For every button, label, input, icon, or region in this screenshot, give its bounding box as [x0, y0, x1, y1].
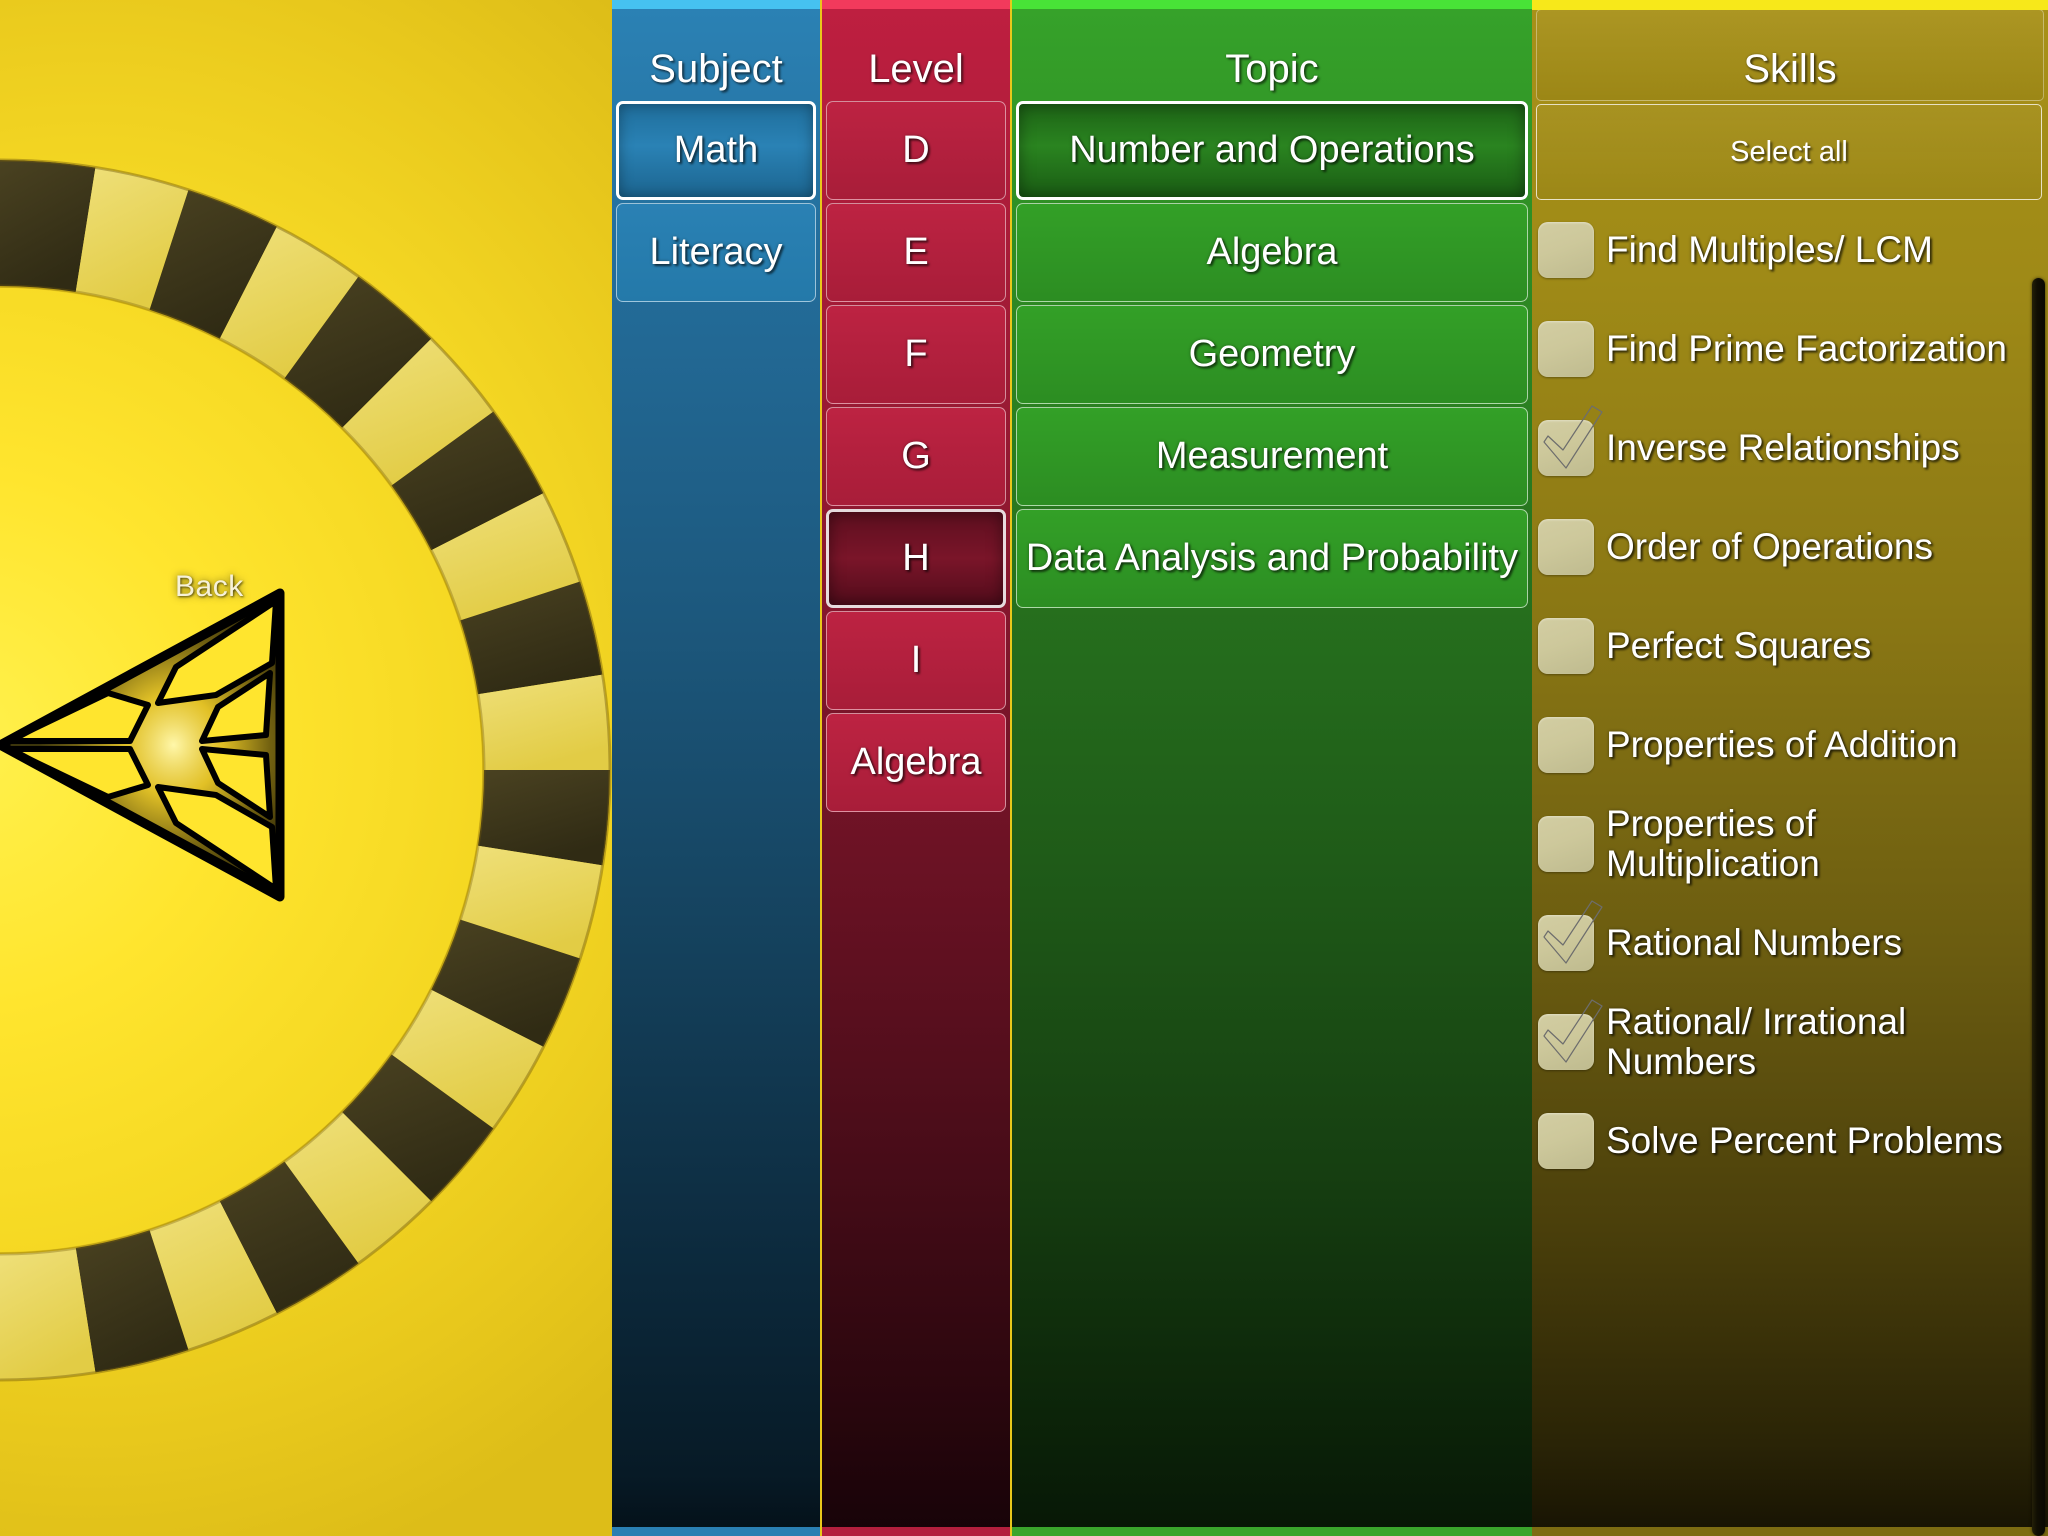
level-item-list: D E F G H I Algebra: [822, 101, 1010, 1536]
topic-item-algebra[interactable]: Algebra: [1016, 203, 1528, 302]
topic-bottom-accent: [1012, 1527, 1532, 1536]
select-all-button[interactable]: Select all: [1536, 104, 2042, 200]
subject-item-literacy[interactable]: Literacy: [616, 203, 816, 302]
checkbox-checked-icon[interactable]: [1538, 998, 1603, 1070]
subject-column-header: Subject: [612, 0, 820, 101]
skill-row-properties-of-multiplication[interactable]: Properties of Multiplication: [1538, 794, 2022, 893]
topic-column: Topic Number and Operations Algebra Geomet…: [1012, 0, 1532, 1536]
skill-label: Properties of Addition: [1606, 723, 1958, 765]
skill-row-find-multiples-lcm[interactable]: Find Multiples/ LCM: [1538, 200, 2022, 299]
skill-label: Solve Percent Problems: [1606, 1119, 2003, 1161]
skill-label: Find Prime Factorization: [1606, 327, 2007, 369]
checkbox-unchecked-icon[interactable]: [1538, 221, 1594, 278]
checkbox-unchecked-icon[interactable]: [1538, 1112, 1594, 1169]
skills-header-label: Skills: [1743, 47, 1837, 91]
back-button-label: Back: [175, 570, 244, 603]
level-item-d[interactable]: D: [826, 101, 1006, 200]
level-item-e[interactable]: E: [826, 203, 1006, 302]
level-item-label: G: [901, 434, 931, 477]
topic-item-label: Number and Operations: [1069, 128, 1475, 171]
checkbox-unchecked-icon[interactable]: [1538, 617, 1594, 674]
skill-label: Perfect Squares: [1606, 624, 1872, 666]
subject-item-label: Math: [673, 128, 759, 171]
level-top-accent: [822, 0, 1010, 9]
checkbox-unchecked-icon[interactable]: [1538, 518, 1594, 575]
skills-checkbox-list: Find Multiples/ LCM Find Prime Factorizat…: [1532, 200, 2048, 1536]
topic-column-header: Topic: [1012, 0, 1532, 101]
topic-top-accent: [1012, 0, 1532, 9]
skill-label: Order of Operations: [1606, 525, 1933, 567]
skills-column-header: Skills: [1532, 0, 2048, 101]
checkbox-unchecked-icon[interactable]: [1538, 815, 1594, 872]
skills-scrollbar-track[interactable]: [2032, 0, 2048, 1536]
subject-bottom-accent: [612, 1527, 820, 1536]
level-bottom-accent: [822, 1527, 1010, 1536]
subject-item-math[interactable]: Math: [616, 101, 816, 200]
topic-item-list: Number and Operations Algebra Geometry Meas…: [1012, 101, 1532, 1536]
topic-item-label: Data Analysis and Probability: [1025, 536, 1519, 579]
skill-row-perfect-squares[interactable]: Perfect Squares: [1538, 596, 2022, 695]
level-column-header: Level: [822, 0, 1010, 101]
level-header-label: Level: [868, 47, 964, 91]
level-item-algebra[interactable]: Algebra: [826, 713, 1006, 812]
topic-item-label: Geometry: [1188, 332, 1356, 375]
checkbox-unchecked-icon[interactable]: [1538, 320, 1594, 377]
subject-item-list: Math Literacy: [612, 101, 820, 1536]
subject-item-label: Literacy: [649, 230, 783, 273]
subject-header-label: Subject: [649, 47, 783, 91]
checkbox-checked-icon[interactable]: [1538, 899, 1603, 971]
skill-row-rational-irrational-numbers[interactable]: Rational/ Irrational Numbers: [1538, 992, 2022, 1091]
topic-item-label: Algebra: [1206, 230, 1338, 273]
back-button[interactable]: [0, 545, 360, 945]
topic-header-label: Topic: [1225, 47, 1319, 91]
level-item-label: F: [904, 332, 928, 375]
subject-top-accent: [612, 0, 820, 9]
skills-top-accent: [1532, 0, 2048, 10]
level-item-g[interactable]: G: [826, 407, 1006, 506]
skill-label: Inverse Relationships: [1606, 426, 1960, 468]
skill-row-properties-of-addition[interactable]: Properties of Addition: [1538, 695, 2022, 794]
decorative-left-panel: Back: [0, 0, 612, 1536]
skill-label: Properties of Multiplication: [1606, 802, 1820, 884]
skill-row-rational-numbers[interactable]: Rational Numbers: [1538, 893, 2022, 992]
skill-label: Rational/ Irrational Numbers: [1606, 1000, 1907, 1082]
level-item-f[interactable]: F: [826, 305, 1006, 404]
topic-item-measurement[interactable]: Measurement: [1016, 407, 1528, 506]
level-item-label: D: [902, 128, 930, 171]
topic-item-geometry[interactable]: Geometry: [1016, 305, 1528, 404]
skill-row-find-prime-factorization[interactable]: Find Prime Factorization: [1538, 299, 2022, 398]
level-item-h[interactable]: H: [826, 509, 1006, 608]
topic-item-data-analysis-and-probability[interactable]: Data Analysis and Probability: [1016, 509, 1528, 608]
skills-column: Skills Select all Find Multiples/ LCM Fin…: [1532, 0, 2048, 1536]
level-item-label: H: [902, 536, 930, 579]
level-item-label: Algebra: [850, 740, 982, 783]
skill-row-order-of-operations[interactable]: Order of Operations: [1538, 497, 2022, 596]
skills-bottom-accent: [1532, 1527, 2048, 1536]
subject-column: Subject Math Literacy: [612, 0, 820, 1536]
skill-label: Rational Numbers: [1606, 921, 1903, 963]
select-all-label: Select all: [1730, 135, 1848, 168]
skill-row-solve-percent-problems[interactable]: Solve Percent Problems: [1538, 1091, 2022, 1190]
skill-label: Find Multiples/ LCM: [1606, 228, 1933, 270]
checkbox-unchecked-icon[interactable]: [1538, 716, 1594, 773]
level-item-label: I: [910, 638, 922, 681]
topic-item-number-and-operations[interactable]: Number and Operations: [1016, 101, 1528, 200]
checkbox-checked-icon[interactable]: [1538, 404, 1603, 476]
level-item-i[interactable]: I: [826, 611, 1006, 710]
level-item-label: E: [903, 230, 929, 273]
topic-item-label: Measurement: [1155, 434, 1389, 477]
skills-scrollbar-thumb[interactable]: [2032, 278, 2045, 1536]
skill-row-inverse-relationships[interactable]: Inverse Relationships: [1538, 398, 2022, 497]
level-column: Level D E F G H I Algebra: [822, 0, 1010, 1536]
